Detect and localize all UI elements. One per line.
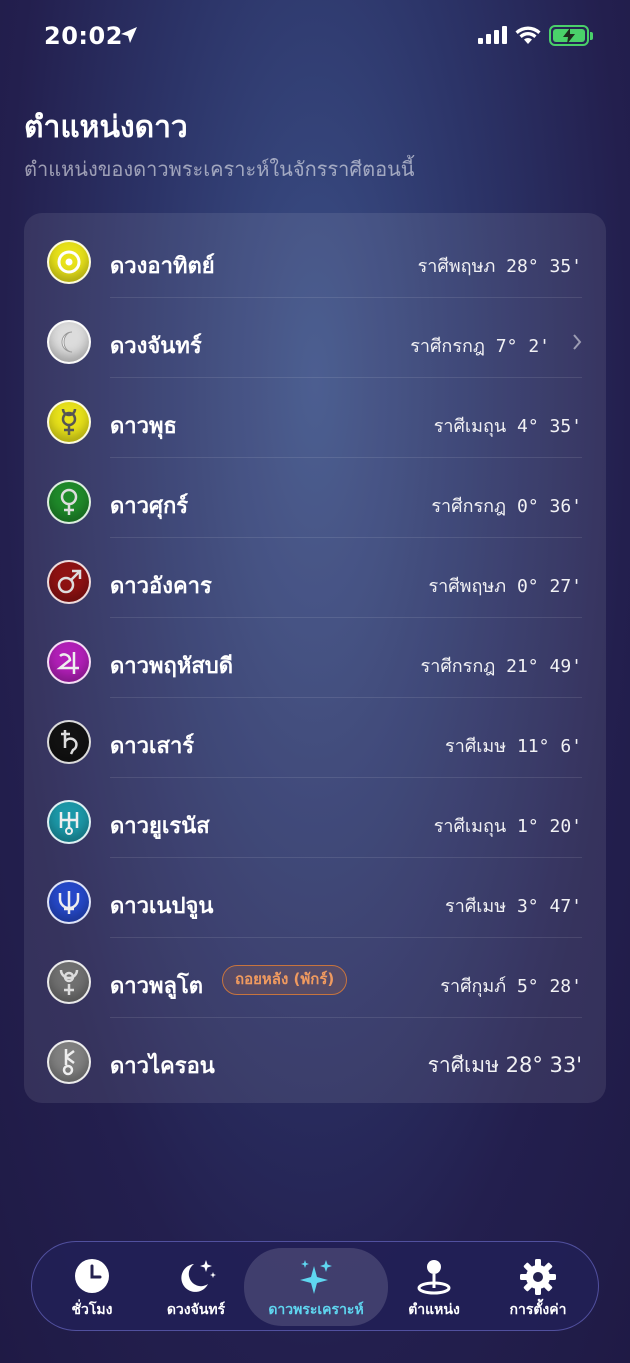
- moon-stars-icon: [181, 1260, 216, 1292]
- planet-row-saturn[interactable]: ดาวเสาร์ ราศีเมษ 11° 6': [24, 698, 606, 778]
- venus-icon: [47, 480, 91, 524]
- chiron-icon: [47, 1040, 91, 1084]
- planet-name: ดาวเนปจูน: [110, 894, 214, 919]
- planet-row-jupiter[interactable]: ดาวพฤหัสบดี ราศีกรกฎ 21° 49': [24, 618, 606, 698]
- planet-row-neptune[interactable]: ดาวเนปจูน ราศีเมษ 3° 47': [24, 858, 606, 938]
- planet-name: ดาวพลูโต: [110, 974, 204, 999]
- planet-row-moon[interactable]: ดวงจันทร์ ราศีกรกฎ 7° 2': [24, 298, 606, 378]
- planet-position: ราศีเมษ 3° 47': [445, 896, 582, 917]
- tab-label: ดาวพระเคราะห์: [268, 1302, 364, 1318]
- moon-icon: [47, 320, 91, 364]
- planet-name: ดาวพุธ: [110, 414, 177, 439]
- planet-position: ราศีเมษ 28° 33': [427, 1053, 582, 1077]
- planet-name: ดาวศุกร์: [110, 494, 189, 519]
- tab-label: ดวงจันทร์: [166, 1302, 226, 1318]
- tab-moon[interactable]: ดวงจันทร์: [140, 1242, 252, 1332]
- planet-row-pluto[interactable]: ดาวพลูโต ถอยหลัง (พักร์) ราศีกุมภ์ 5° 28…: [24, 938, 606, 1018]
- planet-position: ราศีกรกฎ 0° 36': [431, 496, 582, 517]
- planet-position: ราศีกรกฎ 21° 49': [420, 656, 582, 677]
- planet-position: ราศีกรกฎ 7° 2': [410, 336, 550, 357]
- planet-position: ราศีพฤษภ 28° 35': [417, 256, 582, 277]
- tab-settings[interactable]: การตั้งค่า: [482, 1242, 594, 1332]
- tab-hours[interactable]: ชั่วโมง: [36, 1242, 148, 1332]
- planet-name: ดาวเสาร์: [110, 734, 195, 759]
- planet-name: ดวงจันทร์: [110, 334, 202, 359]
- planet-row-mars[interactable]: ดาวอังคาร ราศีพฤษภ 0° 27': [24, 538, 606, 618]
- planet-name: ดาวอังคาร: [110, 574, 212, 599]
- clock-icon: [75, 1259, 109, 1293]
- planet-row-mercury[interactable]: ดาวพุธ ราศีเมถุน 4° 35': [24, 378, 606, 458]
- planet-position: ราศีพฤษภ 0° 27': [428, 576, 582, 597]
- tab-planets[interactable]: ดาวพระเคราะห์: [244, 1248, 388, 1326]
- tab-label: ชั่วโมง: [71, 1302, 113, 1318]
- sun-icon: [47, 240, 91, 284]
- page-title: ตำแหน่งดาว: [24, 110, 188, 145]
- planet-row-chiron[interactable]: ดาวไครอน ราศีเมษ 28° 33': [24, 1018, 606, 1098]
- planet-list: ดวงอาทิตย์ ราศีพฤษภ 28° 35' ดวงจันทร์ รา…: [24, 213, 606, 1103]
- saturn-icon: [47, 720, 91, 764]
- planet-name: ดวงอาทิตย์: [110, 254, 215, 279]
- planet-name: ดาวยูเรนัส: [110, 814, 210, 839]
- planet-position: ราศีกุมภ์ 5° 28': [440, 976, 582, 997]
- uranus-icon: [47, 800, 91, 844]
- gear-icon: [520, 1259, 556, 1295]
- tab-label: การตั้งค่า: [509, 1302, 567, 1318]
- pluto-icon: [47, 960, 91, 1004]
- planet-name: ดาวไครอน: [110, 1054, 215, 1079]
- jupiter-icon: [47, 640, 91, 684]
- planet-row-venus[interactable]: ดาวศุกร์ ราศีกรกฎ 0° 36': [24, 458, 606, 538]
- status-bar: 20:02: [0, 0, 630, 72]
- wifi-icon: [515, 26, 541, 44]
- planet-position: ราศีเมษ 11° 6': [445, 736, 582, 757]
- planet-name: ดาวพฤหัสบดี: [110, 654, 233, 679]
- tab-location[interactable]: ตำแหน่ง: [378, 1242, 490, 1332]
- mercury-icon: [47, 400, 91, 444]
- battery-icon: [549, 25, 593, 46]
- status-time: 20:02: [44, 22, 123, 50]
- cellular-signal-icon: [478, 26, 507, 44]
- page-subtitle: ตำแหน่งของดาวพระเคราะห์ในจักรราศีตอนนี้: [24, 157, 415, 181]
- map-pin-icon: [417, 1260, 451, 1295]
- planet-row-sun[interactable]: ดวงอาทิตย์ ราศีพฤษภ 28° 35': [24, 218, 606, 298]
- planet-row-uranus[interactable]: ดาวยูเรนัส ราศีเมถุน 1° 20': [24, 778, 606, 858]
- sparkles-icon: [300, 1260, 332, 1294]
- chevron-right-icon: [573, 334, 582, 350]
- planet-position: ราศีเมถุน 1° 20': [433, 816, 582, 837]
- tab-label: ตำแหน่ง: [408, 1302, 460, 1318]
- location-arrow-icon: [121, 27, 137, 43]
- retrograde-badge: ถอยหลัง (พักร์): [222, 965, 348, 995]
- tab-bar: ชั่วโมง ดวงจันทร์ ดาวพระเคราะห์ ตำแหน่ง: [31, 1241, 599, 1331]
- planet-position: ราศีเมถุน 4° 35': [433, 416, 582, 437]
- mars-icon: [47, 560, 91, 604]
- neptune-icon: [47, 880, 91, 924]
